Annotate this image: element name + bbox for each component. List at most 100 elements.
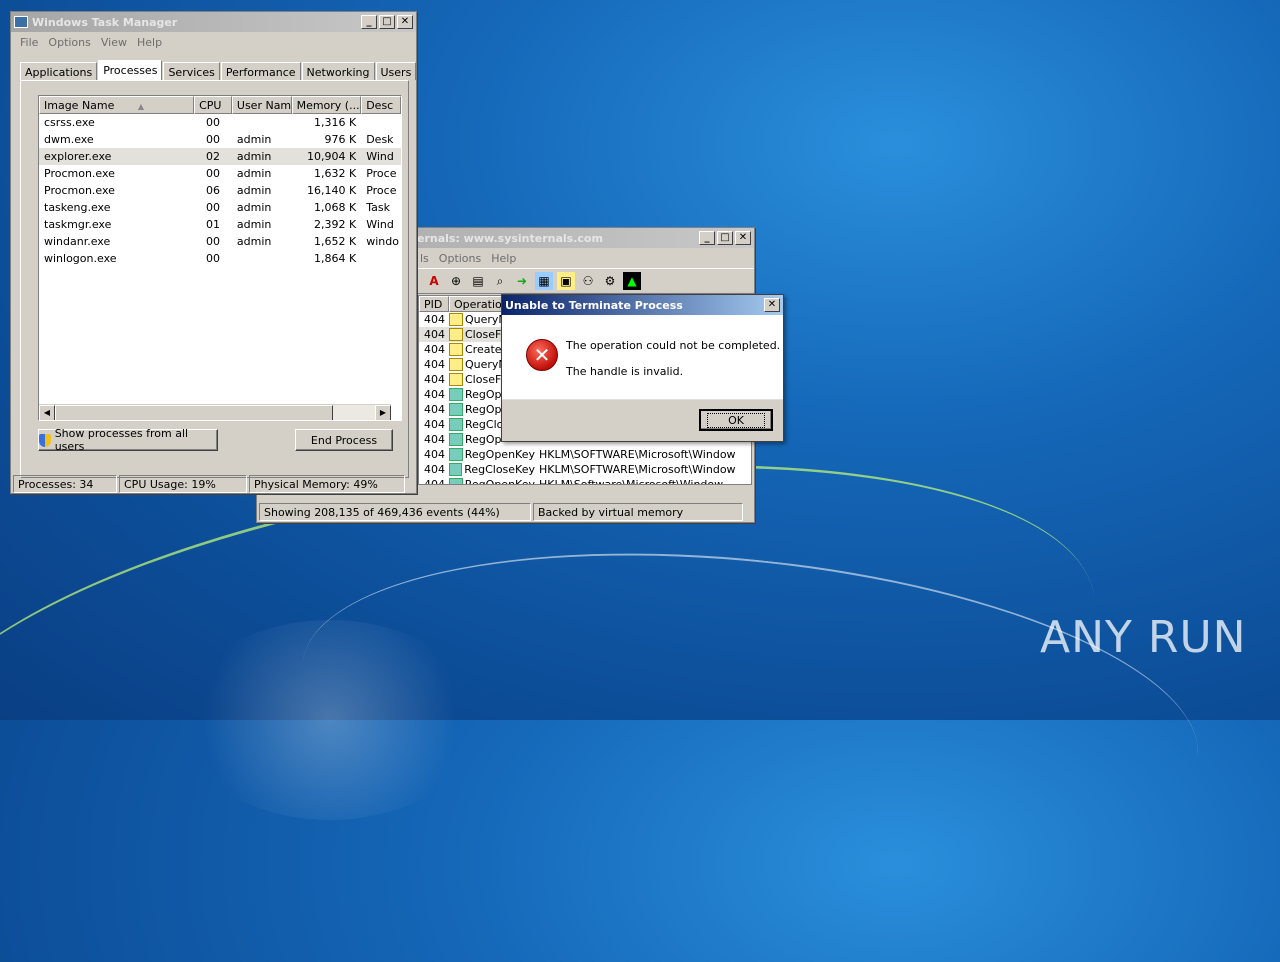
registry-icon (449, 463, 463, 476)
tab-performance[interactable]: Performance (220, 62, 301, 80)
cell-cpu: 00 (205, 235, 220, 248)
table-row[interactable]: Procmon.exe 00 admin 1,632 K Proce (39, 165, 401, 182)
find-icon[interactable]: ⌕ (491, 272, 509, 290)
tab-services[interactable]: Services (163, 62, 220, 80)
menu-file[interactable]: File (15, 36, 43, 49)
cell-pid: 404 (424, 358, 445, 371)
process-activity-icon[interactable]: ⚙ (601, 272, 619, 290)
profiling-icon[interactable]: ▲ (623, 272, 641, 290)
cell-cpu: 06 (205, 184, 220, 197)
cell-desc: Proce (366, 167, 397, 180)
jump-icon[interactable]: ➜ (513, 272, 531, 290)
registry-activity-icon[interactable]: ▦ (535, 272, 553, 290)
file-icon (449, 328, 463, 341)
table-row[interactable]: explorer.exe 02 admin 10,904 K Wind (39, 148, 401, 165)
procmon-statusbar: Showing 208,135 of 469,436 events (44%) … (259, 503, 745, 521)
menu-view[interactable]: View (96, 36, 132, 49)
cell-name: Procmon.exe (44, 167, 115, 180)
column-description[interactable]: Desc (361, 96, 401, 114)
table-row[interactable]: taskeng.exe 00 admin 1,068 K Task (39, 199, 401, 216)
event-row[interactable]: 404 RegCloseKey HKLM\SOFTWARE\Microsoft\Wi… (419, 462, 751, 477)
cell-name: taskmgr.exe (44, 218, 112, 231)
tab-networking[interactable]: Networking (301, 62, 375, 80)
tab-users[interactable]: Users (375, 62, 417, 80)
event-row[interactable]: 404 RegOpenKey HKLM\Software\Microsoft\Win… (419, 477, 751, 485)
maximize-button[interactable]: □ (717, 231, 733, 245)
menu-help[interactable]: Help (132, 36, 167, 49)
cell-name: explorer.exe (44, 150, 112, 163)
menu-options[interactable]: Options (434, 252, 486, 265)
dialog-footer: OK (502, 399, 783, 441)
minimize-button[interactable]: _ (699, 231, 715, 245)
cell-cpu: 00 (205, 133, 220, 146)
scroll-left-icon[interactable]: ◀ (39, 405, 55, 420)
tab-applications[interactable]: Applications (20, 62, 98, 80)
cell-user: admin (236, 235, 272, 248)
task-manager-window[interactable]: Windows Task Manager _ □ ✕ File Options … (10, 11, 417, 494)
sort-ascending-icon: ▲ (137, 102, 145, 111)
column-pid[interactable]: PID (419, 296, 449, 312)
table-row[interactable]: windanr.exe 00 admin 1,652 K windo (39, 233, 401, 250)
table-row[interactable]: Procmon.exe 06 admin 16,140 K Proce (39, 182, 401, 199)
cell-pid: 404 (424, 433, 445, 446)
menu-options[interactable]: Options (43, 36, 95, 49)
ok-button[interactable]: OK (699, 409, 773, 431)
column-operation[interactable]: Operation (449, 296, 509, 312)
column-image-name[interactable]: Image Name ▲ (39, 96, 195, 114)
operation-label: RegOp (465, 403, 502, 416)
operation-label: CloseFi (465, 328, 504, 341)
dialog-detail: The handle is invalid. (566, 365, 684, 378)
end-process-label: End Process (310, 433, 378, 447)
error-dialog[interactable]: Unable to Terminate Process ✕ ✕ The oper… (501, 294, 784, 442)
include-process-icon[interactable]: ⊕ (447, 272, 465, 290)
operation-label: RegOpenKey (464, 478, 535, 485)
cell-path: HKLM\Software\Microsoft\Window (539, 478, 724, 485)
close-button[interactable]: ✕ (397, 15, 413, 29)
close-button[interactable]: ✕ (764, 298, 780, 312)
process-list-header: Image Name ▲ CPU User Name Memory (... D… (39, 96, 401, 114)
file-activity-icon[interactable]: ▣ (557, 272, 575, 290)
tab-processes[interactable]: Processes (98, 60, 163, 81)
event-row[interactable]: 404 RegOpenKey HKLM\SOFTWARE\Microsoft\Win… (419, 447, 751, 462)
cell-user: admin (236, 133, 272, 146)
menu-help[interactable]: Help (486, 252, 521, 265)
end-process-button[interactable]: End Process (295, 429, 393, 451)
table-row[interactable]: taskmgr.exe 01 admin 2,392 K Wind (39, 216, 401, 233)
cell-memory: 1,068 K (314, 201, 357, 214)
properties-icon[interactable]: ▤ (469, 272, 487, 290)
task-manager-titlebar[interactable]: Windows Task Manager _ □ ✕ (11, 12, 416, 32)
registry-icon (449, 418, 463, 431)
column-memory[interactable]: Memory (... (291, 96, 362, 114)
cell-path: HKLM\SOFTWARE\Microsoft\Window (539, 448, 736, 461)
close-button[interactable]: ✕ (735, 231, 751, 245)
cell-name: winlogon.exe (44, 252, 117, 265)
cell-pid: 404 (424, 418, 445, 431)
minimize-button[interactable]: _ (361, 15, 377, 29)
process-list[interactable]: Image Name ▲ CPU User Name Memory (... D… (38, 95, 402, 421)
operation-label: CloseFi (465, 373, 504, 386)
cell-memory: 1,652 K (314, 235, 357, 248)
scroll-thumb[interactable] (55, 405, 333, 420)
menu-tools[interactable]: ls (415, 252, 434, 265)
highlight-icon[interactable]: A (425, 272, 443, 290)
cell-pid: 404 (424, 403, 445, 416)
maximize-button[interactable]: □ (379, 15, 395, 29)
operation-label: RegCloseKey (464, 463, 535, 476)
operation-label: RegClo (465, 418, 504, 431)
table-row[interactable]: winlogon.exe 00 1,864 K (39, 250, 401, 267)
column-cpu[interactable]: CPU (194, 96, 232, 114)
cell-cpu: 00 (205, 116, 220, 129)
show-all-processes-button[interactable]: Show processes from all users (38, 427, 218, 453)
horizontal-scrollbar[interactable]: ◀ ▶ (39, 404, 391, 420)
cell-memory: 1,316 K (314, 116, 357, 129)
dialog-titlebar[interactable]: Unable to Terminate Process ✕ (502, 295, 783, 315)
registry-icon (449, 478, 463, 484)
operation-label: RegOp (465, 388, 502, 401)
registry-icon (449, 448, 463, 461)
cell-memory: 10,904 K (307, 150, 357, 163)
column-user-name[interactable]: User Name (231, 96, 292, 114)
scroll-right-icon[interactable]: ▶ (375, 405, 391, 420)
network-activity-icon[interactable]: ⚇ (579, 272, 597, 290)
table-row[interactable]: dwm.exe 00 admin 976 K Desk (39, 131, 401, 148)
table-row[interactable]: csrss.exe 00 1,316 K (39, 114, 401, 131)
